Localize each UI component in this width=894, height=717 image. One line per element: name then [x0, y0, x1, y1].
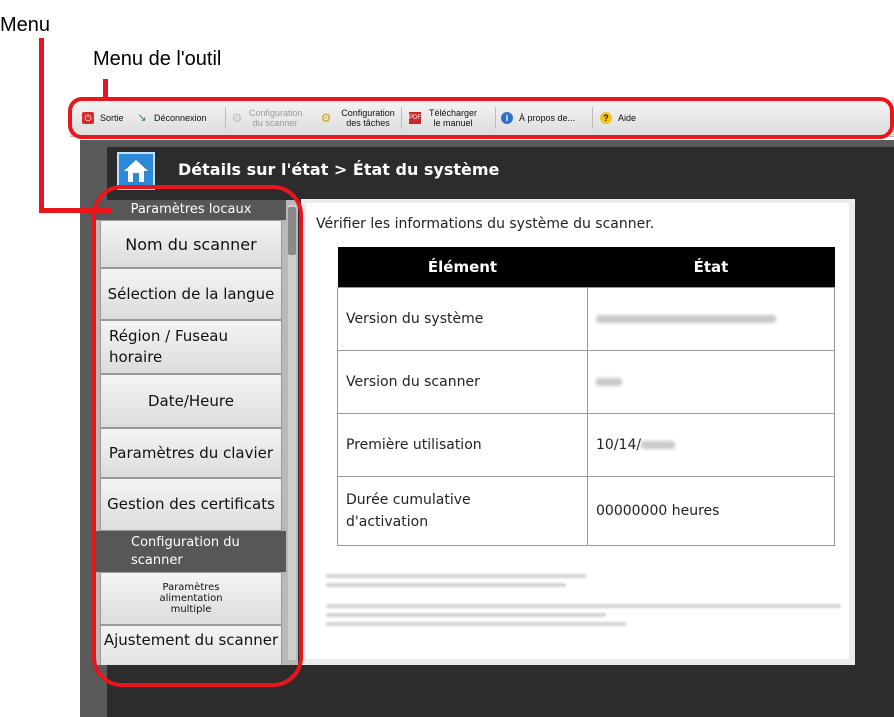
annotation-tool-menu: Menu de l'outil — [93, 48, 222, 70]
table-row: Durée cumulative d'activation 00000000 h… — [337, 476, 835, 546]
system-info-table: Élément État Version du système Version … — [337, 247, 835, 546]
row-state: 10/14/ — [587, 413, 835, 477]
table-row: Version du scanner — [337, 350, 835, 414]
annotation-menu: Menu — [0, 14, 51, 36]
row-item: Durée cumulative d'activation — [337, 476, 588, 546]
intro-text: Vérifier les informations du système du … — [316, 216, 655, 232]
row-item: Première utilisation — [337, 413, 588, 477]
row-state — [587, 287, 835, 351]
column-header-state: État — [587, 247, 835, 288]
row-item: Version du système — [337, 287, 588, 351]
row-state: 00000000 heures — [587, 476, 835, 546]
home-icon — [124, 160, 148, 182]
table-row: Première utilisation 10/14/ — [337, 413, 835, 477]
annotation-tool-menu-highlight — [68, 97, 894, 139]
row-state — [587, 350, 835, 414]
table-row: Version du système — [337, 287, 835, 351]
annotation-menu-highlight — [92, 185, 303, 687]
page-title: Détails sur l'état > État du système — [178, 160, 500, 179]
row-item: Version du scanner — [337, 350, 588, 414]
column-header-item: Élément — [337, 247, 588, 288]
annotation-menu-line-vertical — [39, 38, 44, 212]
